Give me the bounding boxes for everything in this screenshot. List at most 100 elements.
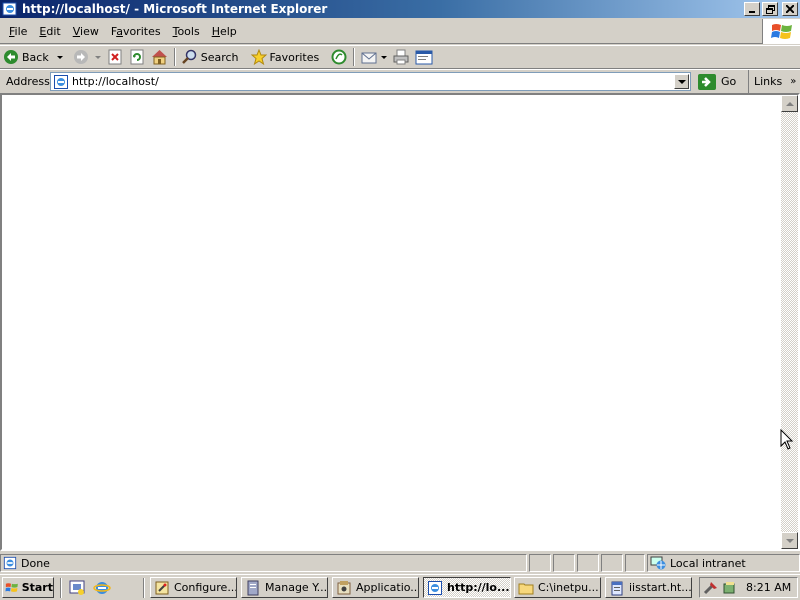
- menu-view-rest: iew: [80, 24, 99, 38]
- menu-help-accel: H: [211, 24, 220, 38]
- status-text: Done: [21, 556, 50, 570]
- menu-edit[interactable]: Edit: [33, 25, 66, 38]
- task-inetpub-folder[interactable]: C:\inetpu...: [514, 577, 601, 598]
- menu-view-accel: V: [72, 24, 81, 38]
- scroll-down-button[interactable]: [781, 532, 798, 549]
- menu-tools[interactable]: Tools: [167, 25, 206, 38]
- quick-launch-separator: [60, 578, 62, 598]
- task-application[interactable]: Applicatio...: [332, 577, 419, 598]
- menu-help[interactable]: Help: [206, 25, 243, 38]
- stop-button[interactable]: [104, 47, 126, 67]
- task-label: C:\inetpu...: [538, 581, 599, 594]
- menu-edit-rest: dit: [46, 24, 61, 38]
- menu-help-rest: elp: [219, 24, 237, 38]
- search-button[interactable]: Search: [179, 47, 242, 67]
- volume-icon[interactable]: [722, 580, 738, 596]
- address-dropdown-button[interactable]: [674, 74, 689, 89]
- status-panel: [553, 554, 575, 572]
- toolbar-separator: [353, 48, 356, 66]
- system-tray: 8:21 AM: [699, 577, 798, 598]
- vertical-scrollbar[interactable]: [781, 95, 798, 549]
- close-icon: [786, 5, 794, 13]
- refresh-icon: [130, 49, 144, 65]
- menu-file[interactable]: File: [3, 25, 33, 38]
- page-content[interactable]: [0, 93, 800, 551]
- ie-quicklaunch-icon[interactable]: [93, 579, 111, 597]
- network-tools-icon[interactable]: [703, 580, 719, 596]
- ie-icon: [428, 580, 442, 595]
- arrow-up-icon: [785, 101, 794, 106]
- title-bar[interactable]: http://localhost/ - Microsoft Internet E…: [0, 0, 800, 18]
- home-button[interactable]: [148, 47, 171, 67]
- menu-favorites-rest: vorites: [122, 24, 161, 38]
- task-label: http://lo...: [447, 581, 510, 594]
- refresh-button[interactable]: [126, 47, 148, 67]
- go-label: Go: [721, 75, 737, 88]
- forward-button[interactable]: [70, 47, 104, 67]
- search-icon: [181, 49, 196, 64]
- windows-flag-icon: [770, 23, 792, 39]
- task-ie-localhost[interactable]: http://lo...: [423, 577, 511, 598]
- window-title: http://localhost/ - Microsoft Internet E…: [22, 2, 328, 16]
- restore-button[interactable]: [762, 2, 778, 16]
- address-input[interactable]: [72, 75, 662, 88]
- mail-button[interactable]: [358, 47, 390, 67]
- favorites-label: Favorites: [269, 50, 320, 64]
- security-zone-panel[interactable]: Local intranet: [647, 554, 800, 572]
- security-zone-label: Local intranet: [670, 556, 746, 570]
- application-icon: [337, 580, 351, 594]
- restore-icon: [765, 4, 775, 14]
- favorites-star-icon: [250, 49, 267, 65]
- back-label: Back: [22, 50, 49, 64]
- address-bar: Address Go Links »: [0, 69, 800, 93]
- chevron-right-icon[interactable]: »: [790, 76, 796, 87]
- show-desktop-icon[interactable]: [68, 579, 86, 597]
- folder-icon: [518, 583, 534, 594]
- task-manage-server[interactable]: Manage Y...: [241, 577, 328, 598]
- task-label: Configure...: [174, 581, 237, 594]
- back-button[interactable]: Back: [0, 47, 66, 67]
- edit-page-icon: [415, 50, 433, 65]
- menu-file-rest: ile: [14, 24, 28, 38]
- chevron-down-icon: [677, 79, 686, 84]
- close-button[interactable]: [782, 2, 798, 16]
- task-configure[interactable]: Configure...: [150, 577, 237, 598]
- address-label: Address: [6, 74, 50, 88]
- favorites-button[interactable]: Favorites: [248, 47, 323, 67]
- clock[interactable]: 8:21 AM: [746, 581, 791, 594]
- forward-arrow-icon: [73, 50, 88, 64]
- go-arrow-icon: [698, 73, 716, 90]
- minimize-icon: [749, 11, 755, 13]
- intranet-globe-icon: [650, 556, 666, 570]
- menu-view[interactable]: View: [67, 25, 105, 38]
- print-button[interactable]: [390, 47, 412, 67]
- task-label: Manage Y...: [265, 581, 328, 594]
- minimize-button[interactable]: [744, 2, 760, 16]
- go-button[interactable]: Go: [697, 72, 736, 91]
- menu-favorites[interactable]: Favorites: [105, 25, 167, 38]
- start-label: Start: [21, 581, 53, 594]
- media-button[interactable]: [328, 47, 350, 67]
- forward-dropdown-icon[interactable]: [94, 55, 101, 59]
- ie-page-icon: [54, 74, 68, 89]
- status-text-panel: Done: [0, 554, 527, 572]
- edit-button[interactable]: [412, 47, 436, 67]
- back-dropdown-icon[interactable]: [56, 55, 63, 59]
- standard-toolbar: Back Search Favorites: [0, 45, 800, 69]
- task-label: iisstart.ht...: [629, 581, 692, 594]
- links-label: Links: [754, 75, 783, 88]
- ie-page-icon: [3, 556, 17, 570]
- server-icon: [247, 580, 259, 595]
- quick-launch-separator: [143, 578, 145, 598]
- home-icon: [151, 50, 167, 65]
- menu-tools-rest: ools: [177, 24, 200, 38]
- scroll-up-button[interactable]: [781, 95, 798, 112]
- mail-dropdown-icon[interactable]: [381, 55, 388, 59]
- print-icon: [393, 49, 409, 65]
- start-button[interactable]: Start: [2, 577, 54, 598]
- links-bar[interactable]: Links »: [748, 70, 800, 93]
- task-label: Applicatio...: [356, 581, 419, 594]
- menu-favorites-accel: a: [116, 24, 123, 38]
- task-iisstart[interactable]: iisstart.ht...: [605, 577, 692, 598]
- address-field[interactable]: [50, 72, 691, 91]
